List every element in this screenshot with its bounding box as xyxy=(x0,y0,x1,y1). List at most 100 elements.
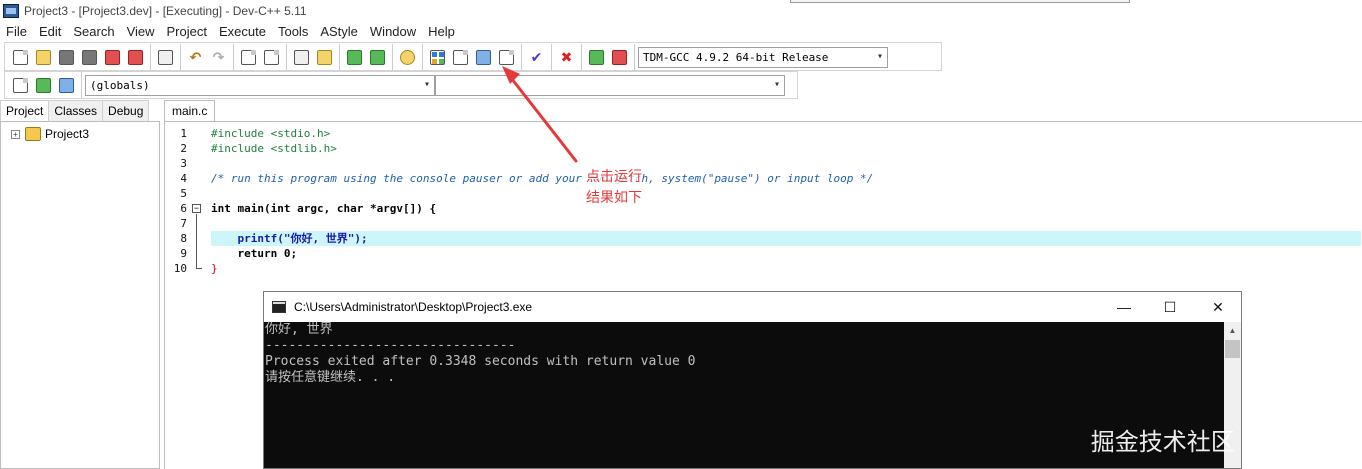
window-title: Project3 - [Project3.dev] - [Executing] … xyxy=(24,4,307,18)
menu-search[interactable]: Search xyxy=(67,22,120,42)
compiler-select-value: TDM-GCC 4.9.2 64-bit Release xyxy=(643,50,829,64)
menu-help[interactable]: Help xyxy=(422,22,461,42)
toolbar-group-undo: ↶ ↷ xyxy=(180,44,233,70)
close-button[interactable]: ✕ xyxy=(1195,292,1241,322)
close-file-icon xyxy=(105,49,120,65)
save-button[interactable] xyxy=(55,46,78,68)
toolbar-group-file xyxy=(6,44,150,70)
menu-tools[interactable]: Tools xyxy=(272,22,314,42)
undo-button[interactable]: ↶ xyxy=(184,46,207,68)
profile-button[interactable] xyxy=(608,46,631,68)
code-line-current: printf("你好, 世界"); xyxy=(211,231,1361,246)
remove-from-project-button[interactable] xyxy=(32,74,55,96)
code-line-text: /* run this program using the console pa… xyxy=(211,172,874,185)
globals-select[interactable]: (globals) ▾ xyxy=(85,74,435,96)
debug-button[interactable] xyxy=(396,46,419,68)
member-select[interactable]: ▾ xyxy=(435,74,785,96)
annotation-arrow xyxy=(502,66,578,163)
menu-edit[interactable]: Edit xyxy=(33,22,67,42)
annotation-text: 点击运行 结果如下 xyxy=(586,166,642,208)
toolbar-group-project xyxy=(339,44,392,70)
code-line-text: return 0; xyxy=(211,247,298,260)
close-all-button[interactable] xyxy=(124,46,147,68)
console-line: 请按任意键继续. . . xyxy=(265,370,396,385)
tab-debug[interactable]: Debug xyxy=(102,100,150,121)
open-icon xyxy=(36,49,51,65)
toolbar-group-goto xyxy=(286,44,339,70)
replace-icon xyxy=(264,49,279,65)
menu-execute[interactable]: Execute xyxy=(213,22,272,42)
console-line: 你好, 世界 xyxy=(265,322,333,337)
console-title-bar[interactable]: C:\Users\Administrator\Desktop\Project3.… xyxy=(264,292,1241,322)
line-number: 4 xyxy=(180,172,187,185)
menu-file[interactable]: File xyxy=(0,22,33,42)
close-file-button[interactable] xyxy=(101,46,124,68)
code-line-text: #include <stdlib.h> xyxy=(211,142,337,155)
code-line: /* run this program using the console pa… xyxy=(211,171,1361,186)
menu-bar: File Edit Search View Project Execute To… xyxy=(0,22,1362,42)
fold-guide xyxy=(196,214,197,268)
expand-icon[interactable]: + xyxy=(11,129,20,139)
project-tree-panel: + Project3 xyxy=(0,121,160,469)
line-number: 6 xyxy=(180,202,187,215)
code-line-text: int main(int argc, char *argv[]) { xyxy=(211,202,437,215)
find-button[interactable] xyxy=(237,46,260,68)
print-button[interactable] xyxy=(154,46,177,68)
console-output[interactable]: 你好, 世界 -------------------------------- … xyxy=(264,322,1224,468)
menu-view[interactable]: View xyxy=(121,22,161,42)
minimize-button[interactable]: — xyxy=(1101,292,1147,322)
console-line: -------------------------------- xyxy=(265,338,516,353)
code-line-text: printf("你好, 世界"); xyxy=(211,232,368,245)
maximize-button[interactable]: ☐ xyxy=(1147,292,1193,322)
compiler-select[interactable]: TDM-GCC 4.9.2 64-bit Release ▾ xyxy=(638,46,888,68)
line-number: 3 xyxy=(180,157,187,170)
annotation-line-2: 结果如下 xyxy=(586,189,642,205)
console-line: Process exited after 0.3348 seconds with… xyxy=(265,354,696,369)
rebuild-button[interactable] xyxy=(449,46,472,68)
fold-toggle-icon[interactable]: − xyxy=(192,204,201,213)
save-icon xyxy=(59,49,74,65)
remove-from-project-icon xyxy=(36,77,51,93)
menu-window[interactable]: Window xyxy=(364,22,422,42)
tab-project[interactable]: Project xyxy=(0,100,50,121)
scroll-thumb[interactable] xyxy=(1225,340,1240,358)
add-to-project-button[interactable] xyxy=(9,74,32,96)
save-all-icon xyxy=(82,49,97,65)
toolbar-group-project-files xyxy=(6,72,81,98)
save-all-button[interactable] xyxy=(78,46,101,68)
code-line: int main(int argc, char *argv[]) { xyxy=(211,201,1361,216)
goto-button[interactable] xyxy=(290,46,313,68)
indent-button[interactable] xyxy=(313,46,336,68)
compile-run-button[interactable] xyxy=(426,46,449,68)
menu-astyle[interactable]: AStyle xyxy=(314,22,364,42)
toolbar-group-compiler: TDM-GCC 4.9.2 64-bit Release ▾ xyxy=(634,44,891,70)
menu-project[interactable]: Project xyxy=(161,22,213,42)
new-file-icon xyxy=(13,49,28,65)
undo-icon: ↶ xyxy=(189,49,202,65)
project-options-button[interactable] xyxy=(55,74,78,96)
editor-tab-main-c[interactable]: main.c xyxy=(164,100,215,121)
line-number: 1 xyxy=(180,127,187,140)
watermark: 掘金技术社区 @ 三维鱼 xyxy=(1090,428,1346,456)
scroll-up-icon[interactable]: ▲ xyxy=(1224,322,1241,339)
redo-button[interactable]: ↷ xyxy=(207,46,230,68)
new-file-button[interactable] xyxy=(9,46,32,68)
tree-item-project3[interactable]: + Project3 xyxy=(11,127,89,141)
run-button[interactable] xyxy=(366,46,389,68)
find-icon xyxy=(241,49,256,65)
layout-icon xyxy=(476,49,491,65)
fold-guide-end xyxy=(196,268,202,269)
project-options-icon xyxy=(59,77,74,93)
chart-icon xyxy=(589,49,604,65)
redo-icon: ↷ xyxy=(212,49,225,65)
code-line-text: } xyxy=(211,262,218,275)
replace-button[interactable] xyxy=(260,46,283,68)
debug-icon xyxy=(400,49,415,65)
open-button[interactable] xyxy=(32,46,55,68)
compile-button[interactable] xyxy=(343,46,366,68)
chevron-down-icon: ▾ xyxy=(423,78,430,90)
project-icon xyxy=(25,127,41,141)
tab-classes[interactable]: Classes xyxy=(48,100,104,121)
chevron-down-icon: ▾ xyxy=(773,78,780,90)
